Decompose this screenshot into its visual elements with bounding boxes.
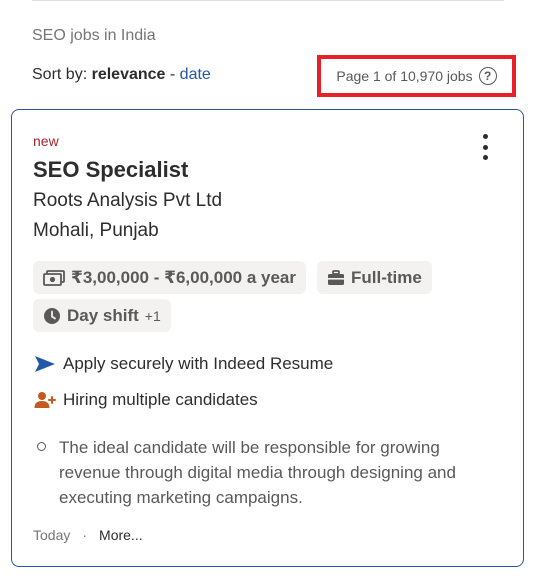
hiring-feature: Hiring multiple candidates — [33, 390, 258, 410]
snippet-bullet — [37, 442, 46, 451]
top-divider — [32, 0, 504, 1]
salary-chip: ₹3,00,000 - ₹6,00,000 a year — [33, 261, 306, 294]
page-count: Page 1 of 10,970 jobs ? — [317, 55, 516, 97]
job-location: Mohali, Punjab — [33, 220, 159, 241]
job-type-chip: Full-time — [317, 261, 432, 294]
job-title[interactable]: SEO Specialist — [33, 157, 188, 183]
shift-extra: +1 — [144, 307, 161, 324]
card-footer: Today · More... — [33, 527, 143, 543]
footer-separator: · — [82, 527, 88, 543]
shift-chip: Day shift +1 — [33, 299, 171, 332]
job-type-text: Full-time — [351, 267, 422, 287]
more-options-icon[interactable] — [479, 134, 491, 160]
shift-text: Day shift — [67, 305, 139, 325]
send-icon — [33, 355, 57, 373]
apply-feature: Apply securely with Indeed Resume — [33, 354, 333, 374]
sort-label: Sort by: — [32, 66, 88, 83]
posted-date: Today — [33, 527, 71, 543]
new-badge: new — [33, 133, 59, 149]
salary-text: ₹3,00,000 - ₹6,00,000 a year — [71, 267, 296, 287]
job-card[interactable]: new SEO Specialist Roots Analysis Pvt Lt… — [11, 109, 524, 567]
sort-relevance: relevance — [91, 66, 166, 83]
apply-text: Apply securely with Indeed Resume — [63, 354, 334, 373]
sort-row: Sort by: relevance - date — [32, 66, 211, 84]
question-circle-icon[interactable]: ? — [478, 67, 497, 85]
briefcase-icon — [327, 269, 345, 286]
clock-icon — [43, 307, 61, 325]
add-person-icon — [33, 391, 57, 409]
sort-separator: - — [169, 66, 176, 83]
company-name: Roots Analysis Pvt Ltd — [33, 190, 223, 211]
more-link[interactable]: More... — [99, 527, 143, 543]
job-snippet: The ideal candidate will be responsible … — [59, 438, 456, 507]
hiring-text: Hiring multiple candidates — [63, 390, 258, 409]
sort-date-link[interactable]: date — [180, 66, 211, 83]
search-title: SEO jobs in India — [32, 27, 156, 44]
money-icon — [43, 269, 65, 286]
page-count-text: Page 1 of 10,970 jobs — [336, 68, 473, 84]
